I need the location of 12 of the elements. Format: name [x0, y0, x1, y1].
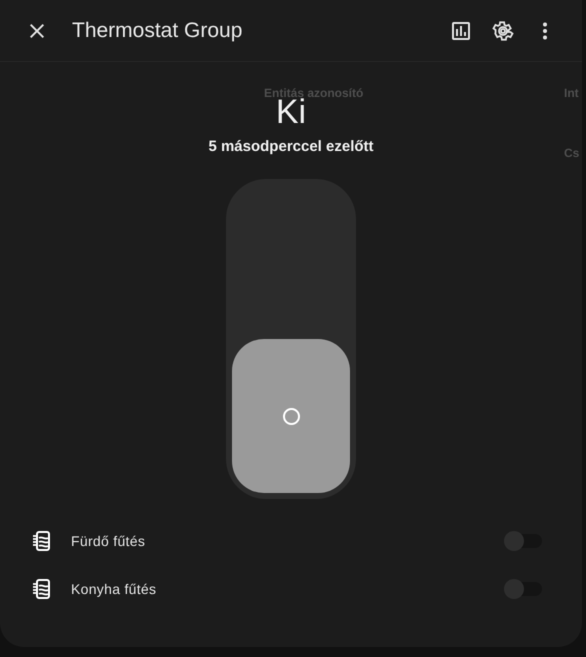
toggle-switch[interactable]: [506, 534, 542, 548]
toggle-switch[interactable]: [506, 582, 542, 596]
switch-thumb[interactable]: [232, 339, 350, 493]
settings-icon: [492, 20, 514, 40]
toggle-switch[interactable]: [226, 179, 356, 499]
entity-name: Fürdő fűtés: [71, 533, 146, 549]
entity-name: Konyha fűtés: [71, 581, 156, 597]
bar-chart-icon: [452, 22, 470, 40]
more-options-icon: [543, 22, 547, 39]
dialog-title: Thermostat Group: [72, 18, 242, 42]
last-changed-text: 5 másodperccel ezelőtt: [208, 138, 374, 155]
close-icon: [30, 24, 44, 38]
